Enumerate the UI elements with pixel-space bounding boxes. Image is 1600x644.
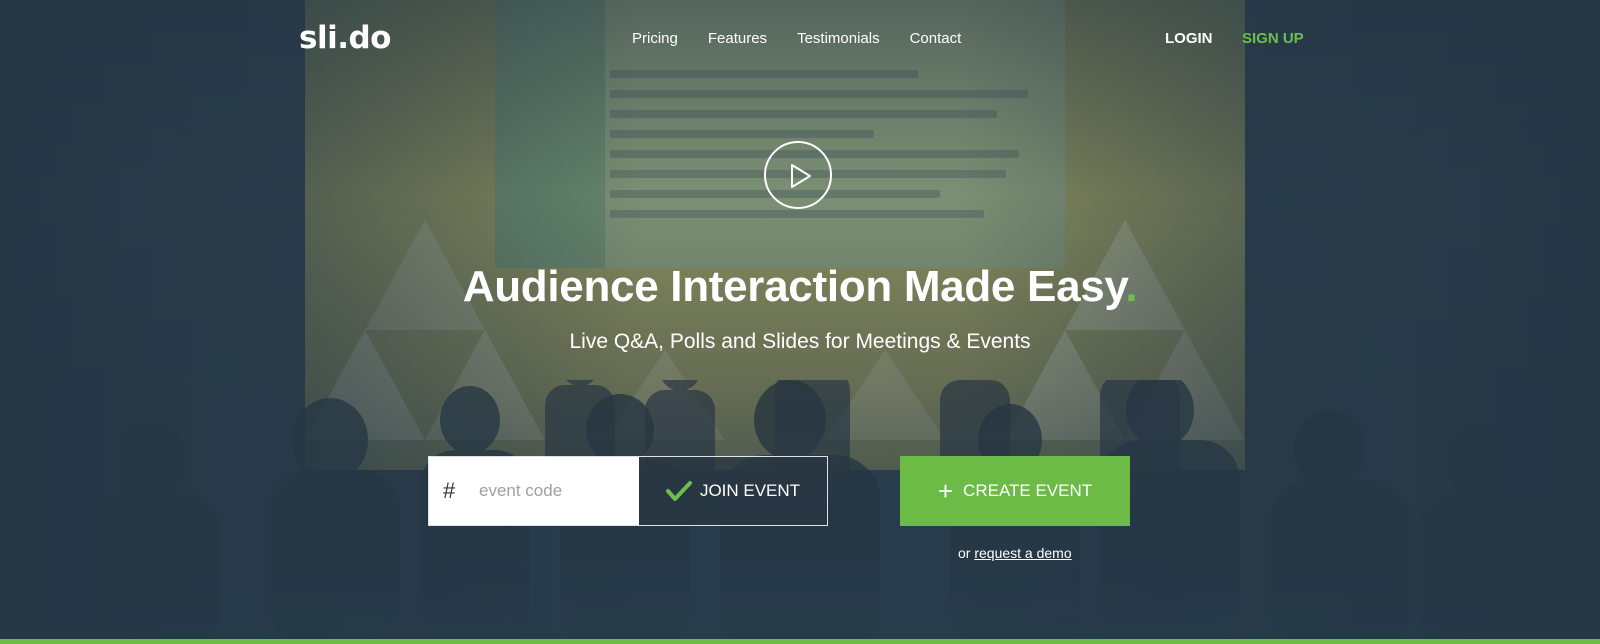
nav-link-testimonials[interactable]: Testimonials (797, 30, 880, 47)
event-code-field: # (429, 457, 639, 525)
join-event-button[interactable]: JOIN EVENT (639, 457, 827, 525)
nav-link-pricing[interactable]: Pricing (632, 30, 678, 47)
main-nav: Pricing Features Testimonials Contact (632, 30, 991, 47)
create-event-button[interactable]: + CREATE EVENT (900, 456, 1130, 526)
background-overlay (0, 0, 1600, 644)
event-code-input[interactable] (477, 480, 631, 502)
play-video-button[interactable] (764, 141, 832, 209)
hero-headline: Audience Interaction Made Easy. (0, 262, 1600, 312)
create-event-label: CREATE EVENT (963, 481, 1093, 500)
sli-do-logo[interactable]: sli.do (299, 20, 391, 56)
hero-headline-text: Audience Interaction Made Easy (462, 262, 1126, 311)
hero-subheadline: Live Q&A, Polls and Slides for Meetings … (569, 330, 1031, 353)
request-demo-link[interactable]: request a demo (974, 545, 1071, 561)
signup-link[interactable]: SIGN UP (1242, 30, 1304, 47)
checkmark-icon (665, 481, 692, 501)
request-demo-line: or request a demo (958, 545, 1072, 561)
bottom-accent-bar (0, 639, 1600, 644)
hero-section: sli.do Pricing Features Testimonials Con… (0, 0, 1600, 644)
demo-prefix: or (958, 545, 971, 561)
nav-link-features[interactable]: Features (708, 30, 767, 47)
hash-icon: # (443, 478, 456, 503)
background-photo (0, 0, 1600, 644)
play-icon (791, 164, 811, 188)
join-event-label: JOIN EVENT (699, 481, 801, 500)
nav-link-contact[interactable]: Contact (910, 30, 962, 47)
plus-icon: + (937, 476, 954, 506)
join-event-form: # JOIN EVENT (428, 456, 828, 526)
headline-accent-dot: . (1125, 262, 1138, 311)
login-link[interactable]: LOGIN (1165, 30, 1213, 47)
